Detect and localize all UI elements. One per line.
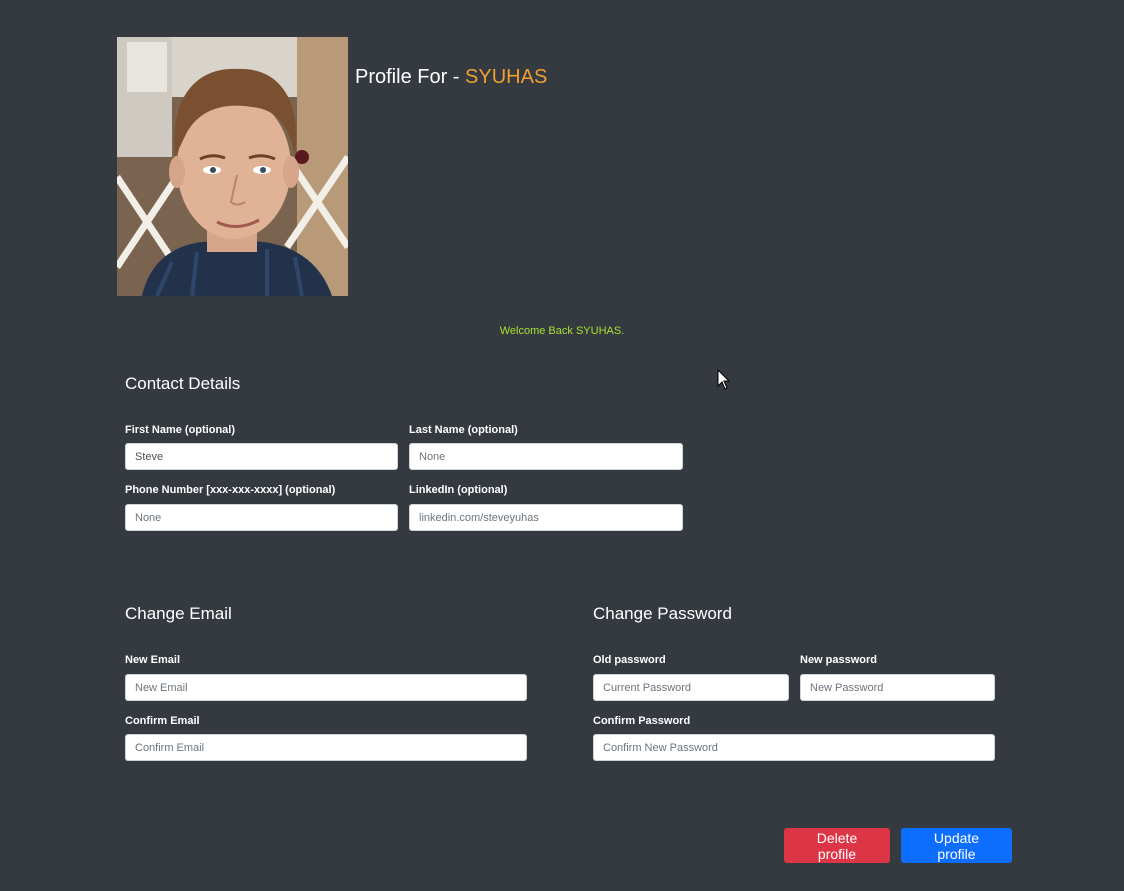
confirm-email-input[interactable]	[125, 734, 527, 761]
profile-username: SYUHAS	[465, 66, 548, 88]
change-password-heading: Change Password	[593, 604, 732, 623]
update-profile-button[interactable]: Update profile	[901, 828, 1012, 863]
confirm-password-label: Confirm Password	[593, 715, 691, 727]
linkedin-input[interactable]	[409, 504, 683, 531]
last-name-label: Last Name (optional)	[409, 424, 518, 436]
profile-title: Profile For - SYUHAS	[355, 66, 547, 89]
profile-avatar	[117, 37, 348, 296]
phone-number-label: Phone Number [xxx-xxx-xxxx] (optional)	[125, 484, 336, 496]
profile-title-prefix: Profile For -	[355, 66, 466, 88]
confirm-email-label: Confirm Email	[125, 715, 200, 727]
mouse-cursor-icon	[717, 369, 731, 390]
profile-page: Profile For - SYUHAS Welcome Back SYUHAS…	[0, 0, 1124, 891]
new-password-input[interactable]	[800, 674, 995, 701]
first-name-label: First Name (optional)	[125, 424, 236, 436]
welcome-message: Welcome Back SYUHAS.	[499, 325, 625, 337]
delete-profile-button[interactable]: Delete profile	[784, 828, 890, 863]
linkedin-label: LinkedIn (optional)	[409, 484, 508, 496]
old-password-input[interactable]	[593, 674, 789, 701]
new-password-label: New password	[800, 654, 878, 666]
confirm-password-input[interactable]	[593, 734, 995, 761]
old-password-label: Old password	[593, 654, 666, 666]
new-email-label: New Email	[125, 654, 181, 666]
last-name-input[interactable]	[409, 443, 683, 470]
change-email-heading: Change Email	[125, 604, 232, 623]
contact-details-heading: Contact Details	[125, 374, 241, 393]
phone-number-input[interactable]	[125, 504, 398, 531]
first-name-input[interactable]	[125, 443, 398, 470]
new-email-input[interactable]	[125, 674, 527, 701]
